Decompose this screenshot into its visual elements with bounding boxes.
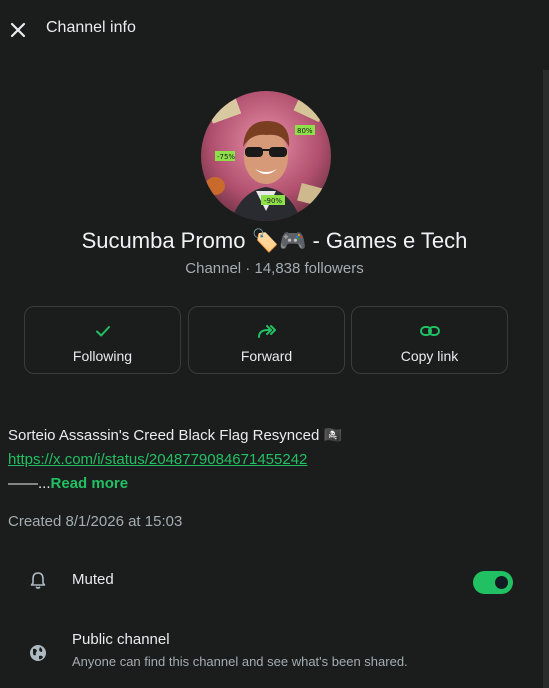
check-icon [25, 321, 180, 341]
muted-label: Muted [72, 571, 114, 588]
avatar-badge-2: -75% [217, 153, 235, 161]
scrollbar[interactable] [543, 70, 549, 688]
link-icon [352, 321, 507, 341]
channel-description: Sorteio Assassin's Creed Black Flag Resy… [8, 424, 528, 496]
following-button[interactable]: Following [24, 306, 181, 374]
page-title: Channel info [46, 19, 136, 36]
copy-link-button[interactable]: Copy link [351, 306, 508, 374]
forward-label: Forward [240, 348, 293, 364]
description-truncated: ——... [8, 475, 51, 492]
public-channel-title: Public channel [72, 631, 170, 648]
header: Channel info [0, 0, 549, 60]
close-icon[interactable] [8, 20, 28, 40]
channel-avatar[interactable]: 80% -75% -90% [201, 91, 331, 221]
channel-name: Sucumba Promo 🏷️🎮 - Games e Tech [81, 228, 468, 253]
created-date: Created 8/1/2026 at 15:03 [8, 513, 183, 530]
public-channel-subtitle: Anyone can find this channel and see wha… [72, 654, 408, 669]
channel-followers: Channel · 14,838 followers [185, 260, 364, 277]
description-line: Sorteio Assassin's Creed Black Flag Resy… [8, 427, 343, 444]
forward-button[interactable]: Forward [188, 306, 345, 374]
globe-icon [28, 643, 48, 663]
description-link[interactable]: https://x.com/i/status/20487790846714552… [8, 451, 307, 468]
read-more-link[interactable]: Read more [51, 475, 129, 492]
bell-icon [28, 570, 48, 590]
muted-toggle[interactable] [473, 571, 513, 594]
copy-link-label: Copy link [400, 348, 459, 364]
avatar-badge-3: -90% [264, 197, 282, 205]
following-label: Following [72, 348, 133, 364]
avatar-badge-1: 80% [297, 127, 313, 135]
forward-icon [189, 321, 344, 341]
toggle-knob [495, 576, 508, 589]
action-bar: Following Forward Copy link [24, 306, 508, 374]
